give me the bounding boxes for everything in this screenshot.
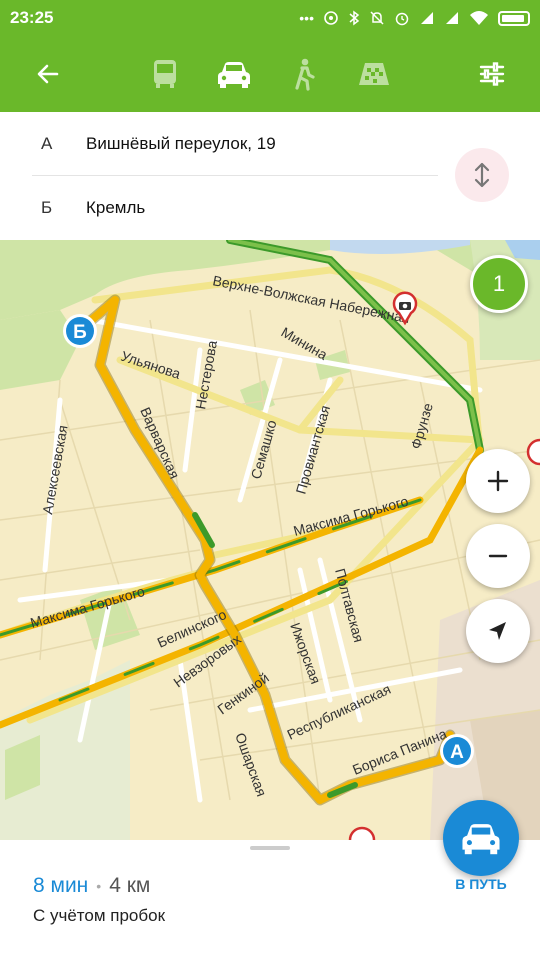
status-icons: ••• [299, 10, 530, 26]
speed-camera-icon[interactable] [526, 438, 540, 466]
traffic-note: С учётом пробок [33, 906, 166, 925]
walk-icon [295, 58, 315, 91]
route-to-value: Кремль [86, 198, 146, 217]
minus-icon [488, 554, 508, 558]
marker-a[interactable]: А [440, 734, 474, 768]
location-arrow-icon [489, 622, 506, 640]
swap-route-button[interactable] [455, 148, 509, 202]
route-from-letter: А [41, 134, 53, 153]
route-to-field[interactable]: Б Кремль [0, 176, 440, 240]
car-icon [218, 62, 250, 88]
street-label-alekseevskaya: Алексеевская [39, 424, 70, 516]
route-time: 8 мин [33, 874, 89, 897]
zoom-out-button[interactable] [466, 524, 530, 588]
street-label-frunze: Фрунзе [408, 401, 436, 451]
marker-b[interactable]: Б [63, 314, 97, 348]
route-distance: 4 км [109, 874, 151, 897]
status-time: 23:25 [10, 8, 54, 27]
taxi-icon [359, 63, 389, 85]
arrow-left-icon [37, 64, 59, 84]
back-button[interactable] [24, 50, 72, 98]
route-panel: А Вишнёвый переулок, 19 Б Кремль [0, 112, 540, 240]
swap-vertical-icon [474, 162, 490, 188]
mode-bus-button[interactable] [141, 50, 189, 98]
route-to-letter: Б [41, 198, 53, 217]
my-location-button[interactable] [466, 599, 530, 663]
marker-b-label: Б [73, 322, 87, 343]
bluetooth-icon [349, 10, 360, 26]
speed-camera-icon[interactable] [348, 826, 376, 840]
battery-icon [498, 10, 530, 26]
mode-walk-button[interactable] [279, 50, 327, 98]
hotspot-icon [324, 11, 338, 25]
route-from-value: Вишнёвый переулок, 19 [86, 134, 276, 153]
toolbar [0, 36, 540, 112]
zoom-in-button[interactable] [466, 449, 530, 513]
map-view[interactable]: Верхне-Волжская Набережная Ульянова Нест… [0, 240, 540, 840]
screen: 23:25 ••• А Вишнёвый переулок, 19 Б Крем… [0, 0, 540, 960]
street-label-ulyanova: Ульянова [119, 348, 183, 382]
summary-separator: • [96, 878, 102, 894]
route-from-field[interactable]: А Вишнёвый переулок, 19 [0, 112, 440, 176]
sliders-icon [479, 62, 505, 86]
marker-a-label: А [450, 742, 464, 763]
street-label-proviantskaya: Провиантская [293, 403, 334, 495]
start-navigation-button[interactable] [443, 800, 519, 876]
signal-icon [446, 12, 458, 24]
cluster-badge[interactable]: 1 [470, 255, 528, 313]
route-summary: 8 мин • 4 км [33, 874, 150, 898]
dots-icon: ••• [299, 10, 314, 26]
bus-icon [154, 60, 176, 88]
mode-car-button[interactable] [210, 50, 258, 98]
street-label-osharskaya: Ошарская [232, 731, 270, 799]
map-canvas: Верхне-Волжская Набережная Ульянова Нест… [0, 240, 540, 840]
sheet-handle[interactable] [250, 846, 290, 850]
car-icon [462, 824, 500, 855]
start-navigation-label[interactable]: В ПУТЬ [430, 876, 532, 892]
plus-icon [487, 470, 509, 492]
signal-icon [421, 12, 433, 24]
mute-icon [370, 11, 384, 25]
wifi-icon [470, 11, 488, 25]
mode-taxi-button[interactable] [350, 50, 398, 98]
status-bar: 23:25 ••• [0, 0, 540, 36]
route-settings-button[interactable] [468, 50, 516, 98]
alarm-icon [395, 12, 409, 26]
